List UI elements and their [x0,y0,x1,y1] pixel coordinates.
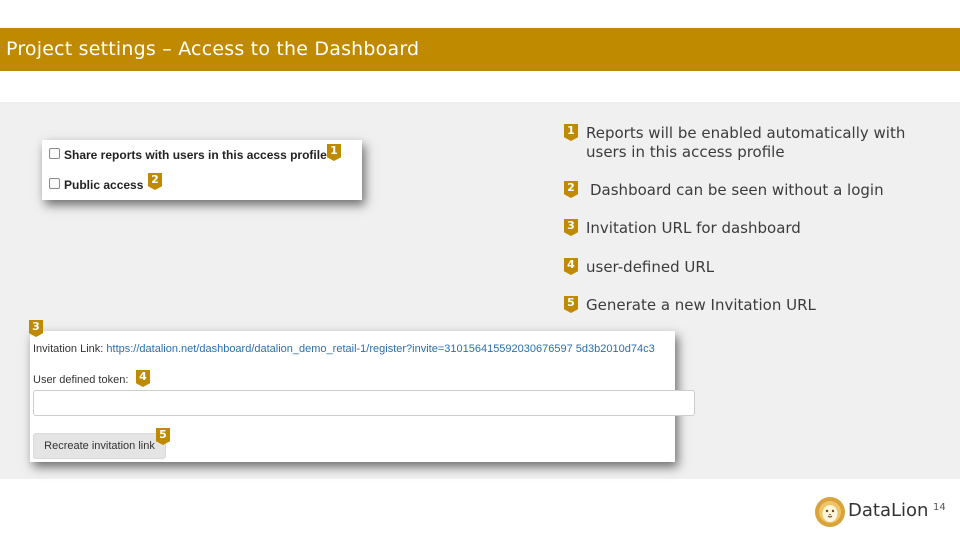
legend-text: Dashboard can be seen without a login [590,181,884,199]
share-reports-checkbox[interactable] [49,148,60,159]
invitation-settings-panel: Invitation Link: https://datalion.net/da… [30,331,695,462]
legend-text: Reports will be enabled automatically wi… [586,124,906,161]
datalion-logo: DataLion [814,495,934,529]
public-access-label: Public access [64,178,144,192]
legend-text: Invitation URL for dashboard [586,219,801,237]
legend-text: user-defined URL [586,258,715,276]
legend-text: Generate a new Invitation URL [586,296,816,314]
invitation-link-row: Invitation Link: https://datalion.net/da… [33,343,655,355]
user-token-label: User defined token: [33,374,129,386]
invitation-link-url[interactable]: https://datalion.net/dashboard/datalion_… [106,343,654,355]
lion-head-icon [815,497,845,527]
user-token-input[interactable] [33,390,695,416]
invitation-link-label: Invitation Link: [33,343,104,355]
sharing-settings-panel: Share reports with users in this access … [42,140,362,200]
page-title: Project settings – Access to the Dashboa… [6,38,420,60]
recreate-invitation-button[interactable]: Recreate invitation link [33,433,166,459]
public-access-checkbox[interactable] [49,178,60,189]
share-reports-label: Share reports with users in this access … [64,148,327,162]
page-number: 14 [933,502,946,513]
title-bar: Project settings – Access to the Dashboa… [0,28,960,71]
logo-wordmark: DataLion [848,500,929,521]
